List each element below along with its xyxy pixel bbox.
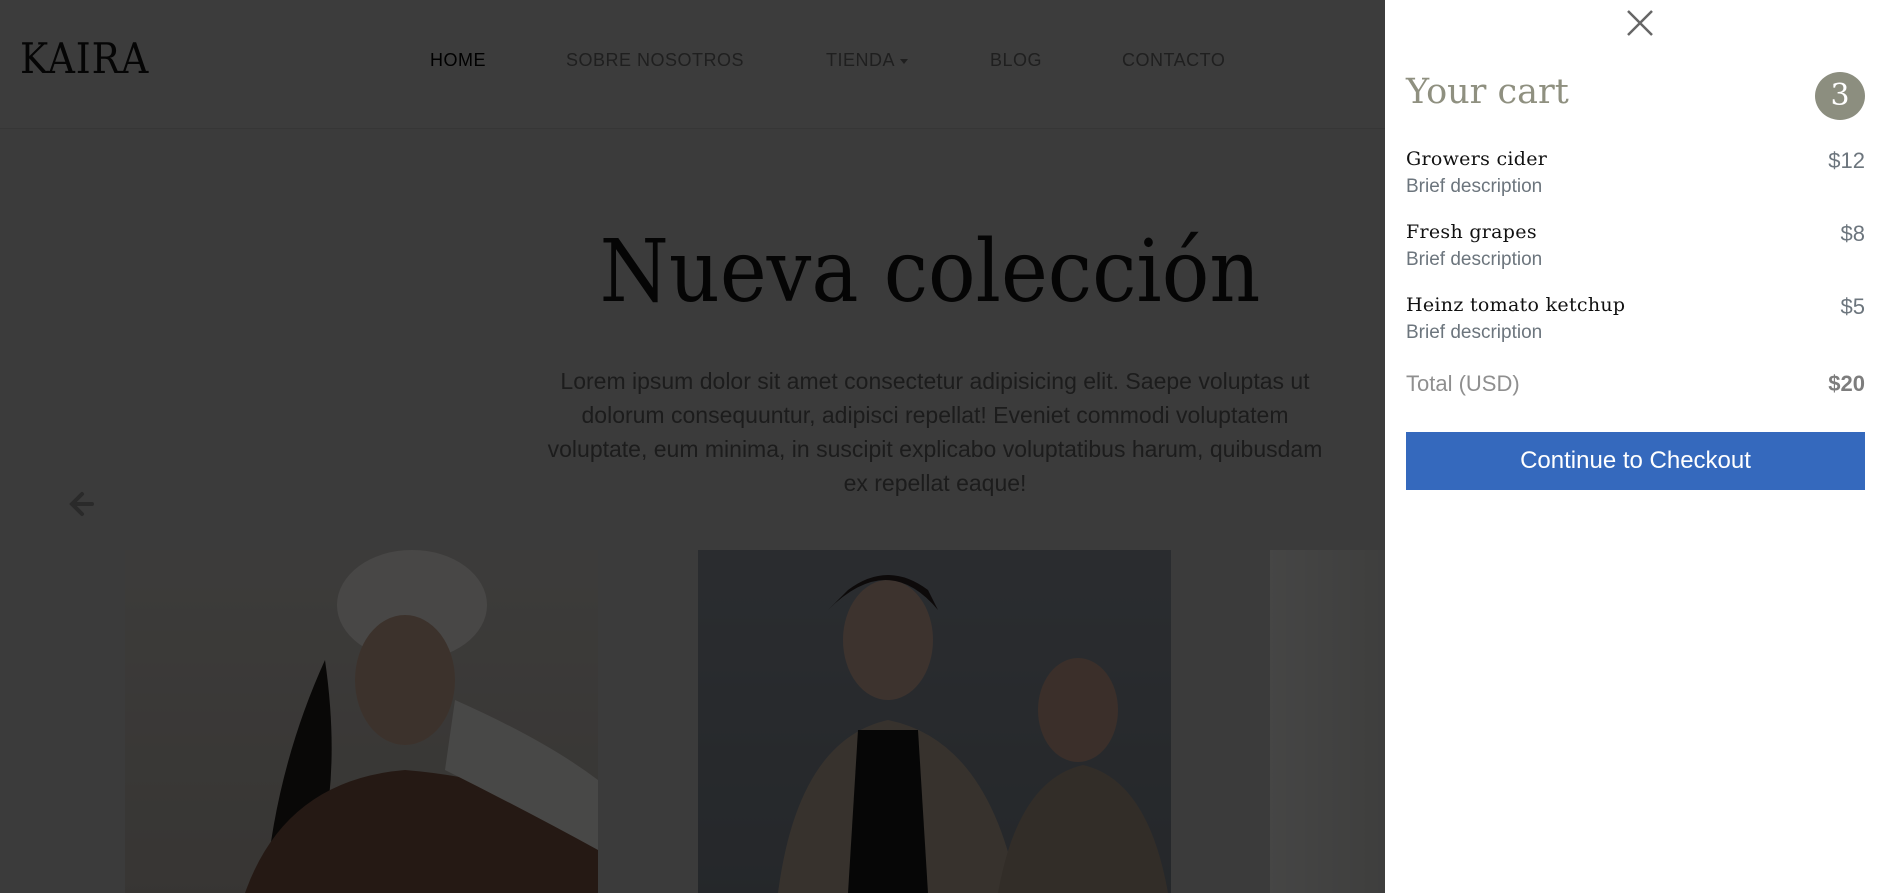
hero-text: Lorem ipsum dolor sit amet consectetur a… (547, 368, 1323, 496)
cart-panel: Your cart 3 Growers cider Brief descript… (1385, 0, 1884, 893)
item-description: Brief description (1406, 322, 1543, 343)
item-name: Growers cider (1406, 148, 1548, 170)
close-icon[interactable] (1625, 8, 1655, 38)
total-label: Total (USD) (1406, 371, 1520, 396)
product-image-1[interactable] (125, 550, 598, 893)
product-image-3[interactable] (1270, 550, 1385, 893)
caret-down-icon (900, 58, 909, 64)
cart-item: Growers cider Brief description $12 (1406, 148, 1865, 198)
logo[interactable]: KAIRA (20, 34, 149, 83)
cart-total: Total (USD) $20 (1406, 371, 1865, 397)
item-description: Brief description (1406, 249, 1543, 270)
nav-tienda-label: TIENDA (826, 50, 896, 70)
cart-title: Your cart (1406, 72, 1569, 112)
product-image-2[interactable] (698, 550, 1171, 893)
item-price: $8 (1840, 221, 1865, 246)
item-name: Heinz tomato ketchup (1406, 294, 1626, 316)
nav-home[interactable]: HOME (430, 50, 486, 71)
item-price: $12 (1828, 148, 1865, 173)
nav-contacto[interactable]: CONTACTO (1122, 50, 1225, 71)
nav-tienda[interactable]: TIENDA (826, 50, 909, 71)
cart-item: Heinz tomato ketchup Brief description $… (1406, 294, 1865, 344)
item-price: $5 (1840, 294, 1865, 319)
cart-count-badge: 3 (1815, 72, 1865, 120)
cart-item: Fresh grapes Brief description $8 (1406, 221, 1865, 271)
item-name: Fresh grapes (1406, 221, 1537, 243)
total-value: $20 (1828, 371, 1865, 396)
checkout-button[interactable]: Continue to Checkout (1406, 432, 1865, 490)
item-description: Brief description (1406, 176, 1543, 197)
arrow-left-icon[interactable] (58, 480, 106, 528)
nav-blog[interactable]: BLOG (990, 50, 1042, 71)
nav-sobre-nosotros[interactable]: SOBRE NOSOTROS (566, 50, 744, 71)
site-header: KAIRA HOME SOBRE NOSOTROS TIENDA BLOG CO… (0, 0, 1385, 129)
page-background: KAIRA HOME SOBRE NOSOTROS TIENDA BLOG CO… (0, 0, 1385, 893)
